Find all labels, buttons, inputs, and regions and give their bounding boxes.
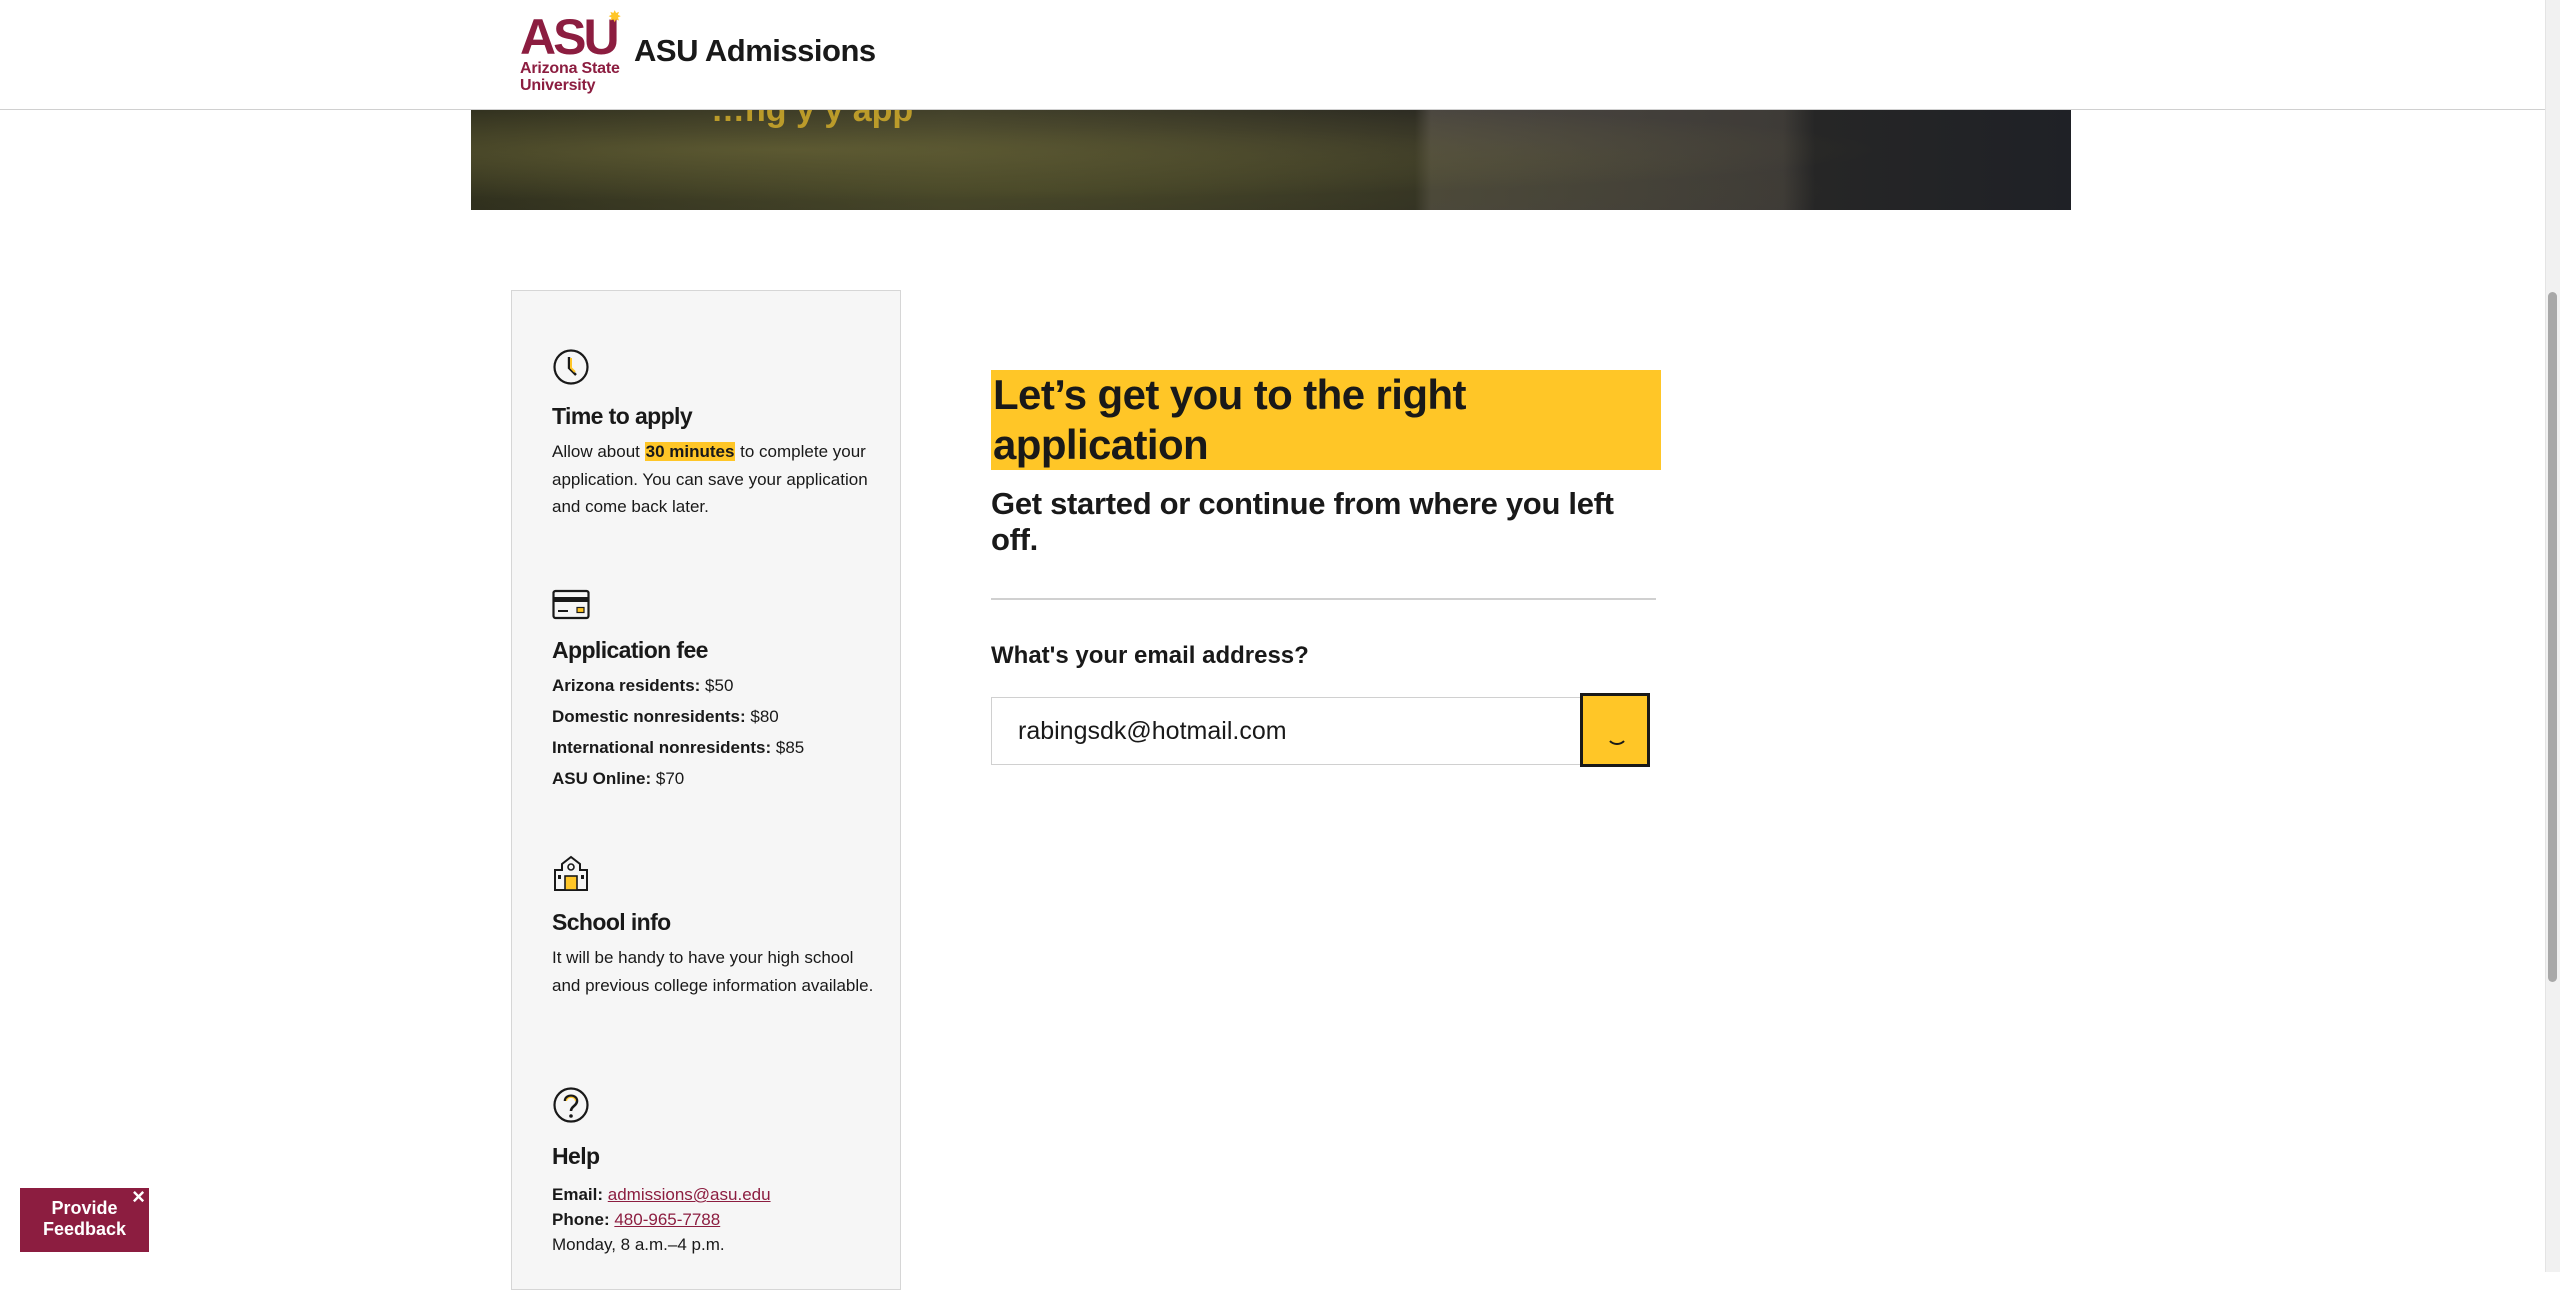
help-hours: Monday, 8 a.m.–4 p.m. [552,1235,725,1254]
time-to-apply-title: Time to apply [552,403,693,429]
fee-label: Domestic nonresidents: [552,707,746,726]
school-info-section: School info It will be handy to have you… [552,854,882,999]
time-to-apply-section: Time to apply Allow about 30 minutes to … [552,348,882,521]
school-info-text: It will be handy to have your high schoo… [552,948,874,995]
help-phone-link[interactable]: 480-965-7788 [614,1210,720,1229]
fee-value: $50 [700,676,734,695]
loading-spinner-icon [1606,723,1628,745]
application-fee-title: Application fee [552,637,708,663]
close-icon[interactable]: × [132,1186,145,1208]
help-contact: Email: admissions@asu.edu Phone: 480-965… [552,1182,882,1257]
fee-row: International nonresidents: $85 [552,732,882,763]
scrollbar-thumb[interactable] [2548,292,2557,982]
application-fee-section: Application fee Arizona residents: $50 D… [552,586,882,794]
school-building-icon [554,855,588,891]
email-form [991,693,1661,767]
logo-sunburst-icon: ✸ [608,9,622,26]
clock-icon [553,349,589,385]
time-text-start: Allow about [552,442,645,461]
help-section: Help Email: admissions@asu.edu Phone: 48… [552,1086,882,1257]
fee-row: Arizona residents: $50 [552,670,882,701]
page-headline: Let’s get you to the right application [991,370,1661,470]
fee-label: ASU Online: [552,769,652,788]
asu-logo[interactable]: ASU ✸ Arizona State University [520,9,622,96]
main-content: Let’s get you to the right application G… [991,370,1661,767]
asu-logo-text: Arizona State University [520,60,620,94]
time-to-apply-text: Allow about 30 minutes to complete your … [552,438,882,521]
credit-card-icon [552,589,590,620]
feedback-label-line2: Feedback [42,1219,127,1239]
email-input[interactable] [991,697,1587,765]
help-phone-label: Phone: [552,1210,610,1229]
help-email-row: Email: admissions@asu.edu [552,1182,882,1207]
fee-label: Arizona residents: [552,676,701,695]
help-email-link[interactable]: admissions@asu.edu [608,1185,771,1204]
school-info-title: School info [552,909,671,935]
divider [991,598,1656,600]
fee-label: International nonresidents: [552,738,772,757]
help-email-label: Email: [552,1185,604,1204]
hero-image: …ng y y app [471,109,2071,210]
fee-row: ASU Online: $70 [552,763,882,794]
site-title[interactable]: ASU Admissions [634,33,876,69]
help-title: Help [552,1143,600,1169]
page-subheadline: Get started or continue from where you l… [991,486,1614,557]
email-submit-button[interactable] [1580,693,1650,767]
info-sidebar: Time to apply Allow about 30 minutes to … [511,290,901,1290]
provide-feedback-button[interactable]: × Provide Feedback [20,1186,149,1252]
time-highlight: 30 minutes [644,442,736,461]
feedback-label-line1: Provide [51,1198,118,1218]
fee-value: $85 [771,738,805,757]
fee-value: $80 [745,707,779,726]
site-header: ASU ✸ Arizona State University ASU Admis… [0,0,2545,110]
fee-row: Domestic nonresidents: $80 [552,701,882,732]
email-label: What's your email address? [991,642,1309,669]
question-circle-icon [553,1087,589,1123]
asu-logo-mark: ASU [520,9,620,65]
help-phone-row: Phone: 480-965-7788 [552,1207,882,1232]
fee-list: Arizona residents: $50 Domestic nonresid… [552,670,882,794]
hero-title-partial: …ng y y app [711,109,914,129]
fee-value: $70 [651,769,685,788]
